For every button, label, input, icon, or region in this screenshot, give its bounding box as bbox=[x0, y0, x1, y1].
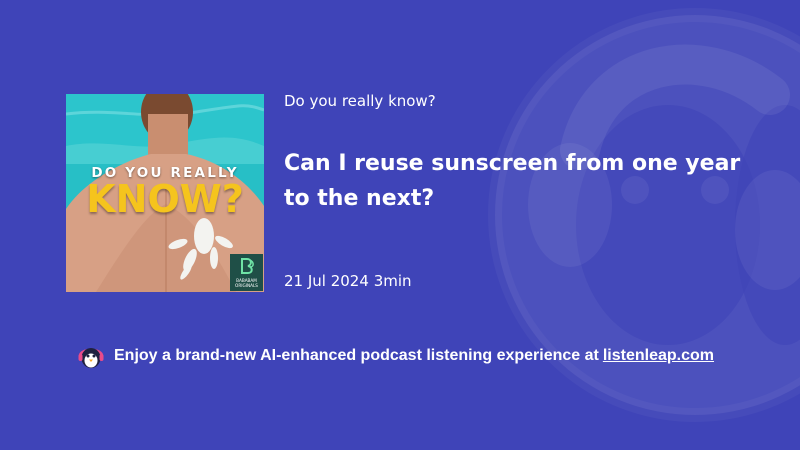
publisher-badge: BABABAM ORIGINALS bbox=[230, 254, 263, 291]
background-logo bbox=[480, 0, 800, 450]
episode-date: 21 Jul 2024 bbox=[284, 272, 369, 290]
bababam-logo-icon bbox=[241, 258, 254, 274]
episode-duration: 3min bbox=[373, 272, 412, 290]
promo-text: Enjoy a brand-new AI-enhanced podcast li… bbox=[114, 347, 599, 364]
cover-title-line2: KNOW? bbox=[86, 177, 244, 221]
episode-meta: 21 Jul 2024 3min bbox=[284, 272, 412, 290]
penguin-headphones-icon bbox=[78, 348, 104, 368]
show-name[interactable]: Do you really know? bbox=[284, 92, 436, 110]
listenleap-logo-icon bbox=[488, 8, 800, 422]
badge-line2: ORIGINALS bbox=[235, 282, 258, 288]
listenleap-link[interactable]: listenleap.com bbox=[603, 347, 714, 365]
promo-banner: Enjoy a brand-new AI-enhanced podcast li… bbox=[76, 341, 714, 371]
podcast-cover-art: DO YOU REALLY KNOW? BABABAM ORIGINALS bbox=[66, 94, 264, 292]
episode-title[interactable]: Can I reuse sunscreen from one year to t… bbox=[284, 146, 744, 216]
